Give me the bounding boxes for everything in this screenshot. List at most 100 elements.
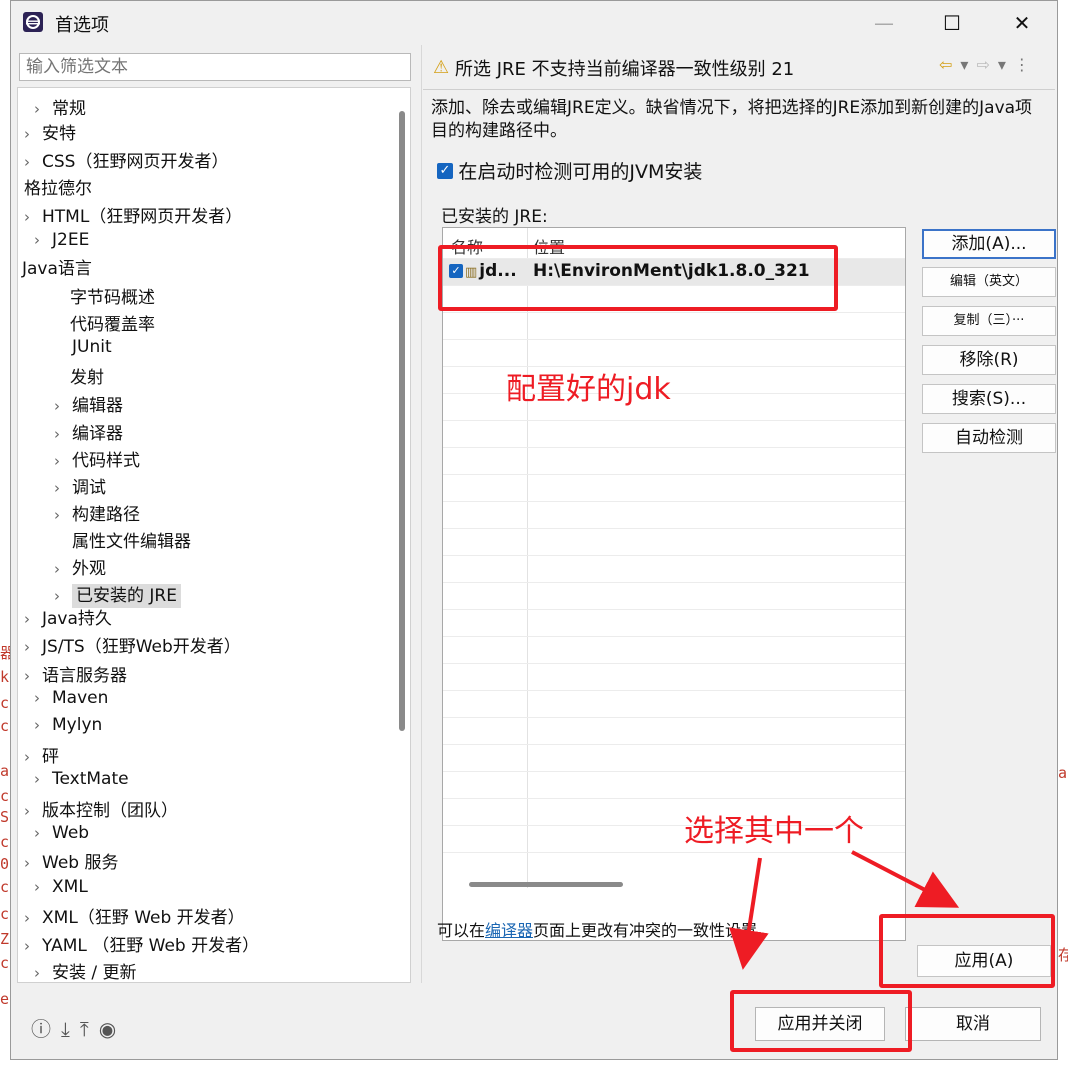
chevron-right-icon[interactable]: › xyxy=(24,610,42,628)
tree-item[interactable]: › JS/TS（狂野Web开发者） xyxy=(24,632,241,657)
background-code-fragment: a xyxy=(0,762,10,780)
tree-item[interactable]: › 语言服务器 xyxy=(24,661,127,686)
chevron-right-icon[interactable]: › xyxy=(54,452,72,470)
preferences-dialog: 首选项 — ☐ ✕ ›常规›安特›CSS（狂野网页开发者）格拉德尔›HTML（狂… xyxy=(10,0,1058,1060)
duplicate-jre-button[interactable]: 复制（三）··· xyxy=(922,306,1056,336)
tree-item[interactable]: › YAML （狂野 Web 开发者） xyxy=(24,931,259,956)
tree-item[interactable]: › 版本控制（团队） xyxy=(24,796,178,821)
tree-scrollbar[interactable] xyxy=(399,111,405,731)
annotation-configured-jdk: 配置好的jdk xyxy=(506,372,671,407)
chevron-right-icon[interactable]: › xyxy=(54,587,72,605)
tree-item[interactable]: 属性文件编辑器 xyxy=(72,527,191,552)
chevron-right-icon[interactable]: › xyxy=(54,479,72,497)
tree-item[interactable]: 字节码概述 xyxy=(70,283,155,308)
tree-item[interactable]: Java语言 xyxy=(22,254,92,279)
filter-input[interactable] xyxy=(19,53,411,81)
tree-item[interactable]: › XML xyxy=(34,877,88,897)
compliance-note-suffix: 页面上更改有冲突的一致性设置。 xyxy=(533,921,774,940)
help-icon[interactable]: ⓘ xyxy=(31,1017,51,1041)
chevron-right-icon[interactable]: › xyxy=(24,208,42,226)
chevron-right-icon[interactable]: › xyxy=(24,937,42,955)
chevron-right-icon[interactable]: › xyxy=(24,667,42,685)
chevron-right-icon[interactable]: › xyxy=(34,964,52,982)
pane-divider[interactable] xyxy=(421,45,422,983)
tree-item[interactable]: › 编辑器 xyxy=(54,391,123,416)
tree-item-label: 版本控制（团队） xyxy=(42,801,178,821)
tree-item-label: 常规 xyxy=(52,99,86,119)
tree-item[interactable]: 格拉德尔 xyxy=(24,174,92,199)
tree-item[interactable]: › Web xyxy=(34,823,89,843)
tree-item[interactable]: › HTML（狂野网页开发者） xyxy=(24,202,242,227)
remove-jre-button[interactable]: 移除(R) xyxy=(922,345,1056,375)
chevron-right-icon[interactable]: › xyxy=(34,824,52,842)
forward-menu-icon[interactable]: ▾ xyxy=(998,55,1006,74)
forward-arrow-icon[interactable]: ⇨ xyxy=(976,55,989,74)
tree-item[interactable]: › J2EE xyxy=(34,230,89,250)
tree-item[interactable]: › XML（狂野 Web 开发者） xyxy=(24,903,245,928)
view-menu-icon[interactable]: ⋮ xyxy=(1014,55,1030,74)
detect-jvm-checkbox[interactable]: ✓ xyxy=(437,162,453,179)
tree-item[interactable]: › 安装 / 更新 xyxy=(34,958,137,982)
tree-item-label: 代码覆盖率 xyxy=(70,315,155,335)
chevron-right-icon[interactable]: › xyxy=(34,689,52,707)
chevron-right-icon[interactable]: › xyxy=(34,231,52,249)
import-icon[interactable]: ⤓ xyxy=(61,1017,70,1041)
compiler-link[interactable]: 编译器 xyxy=(485,921,533,940)
search-jre-button[interactable]: 搜索(S)... xyxy=(922,384,1056,414)
tree-item[interactable]: › TextMate xyxy=(34,769,129,789)
tree-item[interactable]: › CSS（狂野网页开发者） xyxy=(24,147,228,172)
tree-item[interactable]: 代码覆盖率 xyxy=(70,310,155,335)
tree-item[interactable]: › 外观 xyxy=(54,554,106,579)
eclipse-icon xyxy=(23,12,43,32)
chevron-right-icon[interactable]: › xyxy=(24,748,42,766)
chevron-right-icon[interactable]: › xyxy=(34,100,52,118)
maximize-button[interactable]: ☐ xyxy=(929,7,975,39)
chevron-right-icon[interactable]: › xyxy=(34,716,52,734)
chevron-right-icon[interactable]: › xyxy=(24,802,42,820)
preferences-tree: › 常规 › 安特 › CSS（狂野网页开发者） 格拉德尔 › HTML（狂野网页开发者） › J2… xyxy=(17,87,411,983)
tree-item[interactable]: JUnit xyxy=(72,337,112,357)
chevron-right-icon[interactable]: › xyxy=(54,506,72,524)
cancel-button[interactable]: 取消 xyxy=(905,1007,1041,1041)
back-arrow-icon[interactable]: ⇦ xyxy=(939,55,952,74)
tree-item[interactable]: › Web 服务 xyxy=(24,848,118,873)
record-icon[interactable]: ◉ xyxy=(99,1017,116,1041)
back-menu-icon[interactable]: ▾ xyxy=(960,55,968,74)
table-row-empty xyxy=(443,528,905,556)
chevron-right-icon[interactable]: › xyxy=(34,770,52,788)
tree-item-label: 构建路径 xyxy=(72,505,140,525)
tree-item[interactable]: › Mylyn xyxy=(34,715,102,735)
background-code-fragment: 存 xyxy=(1058,946,1068,964)
autodetect-jre-button[interactable]: 自动检测 xyxy=(922,423,1056,453)
tree-item[interactable]: › 调试 xyxy=(54,473,106,498)
add-jre-button[interactable]: 添加(A)... xyxy=(922,229,1056,259)
chevron-right-icon[interactable]: › xyxy=(24,909,42,927)
tree-item[interactable]: › 安特 xyxy=(24,119,76,144)
background-code-fragment: c xyxy=(0,905,10,923)
tree-item[interactable]: › 已安装的 JRE xyxy=(54,581,181,608)
tree-item[interactable]: 发射 xyxy=(70,363,104,388)
tree-item[interactable]: › 编译器 xyxy=(54,419,123,444)
close-button[interactable]: ✕ xyxy=(999,7,1045,39)
chevron-right-icon[interactable]: › xyxy=(34,878,52,896)
tree-item[interactable]: › 砰 xyxy=(24,742,59,767)
chevron-right-icon[interactable]: › xyxy=(24,125,42,143)
chevron-right-icon[interactable]: › xyxy=(24,638,42,656)
tree-item[interactable]: › 常规 xyxy=(34,94,86,119)
tree-item[interactable]: › Java持久 xyxy=(24,604,112,629)
chevron-right-icon[interactable]: › xyxy=(24,153,42,171)
background-code-fragment: c xyxy=(0,694,10,712)
edit-jre-button[interactable]: 编辑（英文） xyxy=(922,267,1056,297)
background-code-fragment: c xyxy=(0,878,10,896)
export-icon[interactable]: ⤒ xyxy=(80,1017,89,1041)
chevron-right-icon[interactable]: › xyxy=(54,560,72,578)
chevron-right-icon[interactable]: › xyxy=(54,397,72,415)
tree-item[interactable]: › 构建路径 xyxy=(54,500,140,525)
detect-jvm-checkbox-row[interactable]: ✓ 在启动时检测可用的JVM安装 xyxy=(437,157,702,184)
minimize-button[interactable]: — xyxy=(861,7,907,39)
chevron-right-icon[interactable]: › xyxy=(54,425,72,443)
tree-item[interactable]: › 代码样式 xyxy=(54,446,140,471)
chevron-right-icon[interactable]: › xyxy=(24,854,42,872)
tree-item[interactable]: › Maven xyxy=(34,688,108,708)
table-horizontal-scrollbar[interactable] xyxy=(469,882,623,887)
